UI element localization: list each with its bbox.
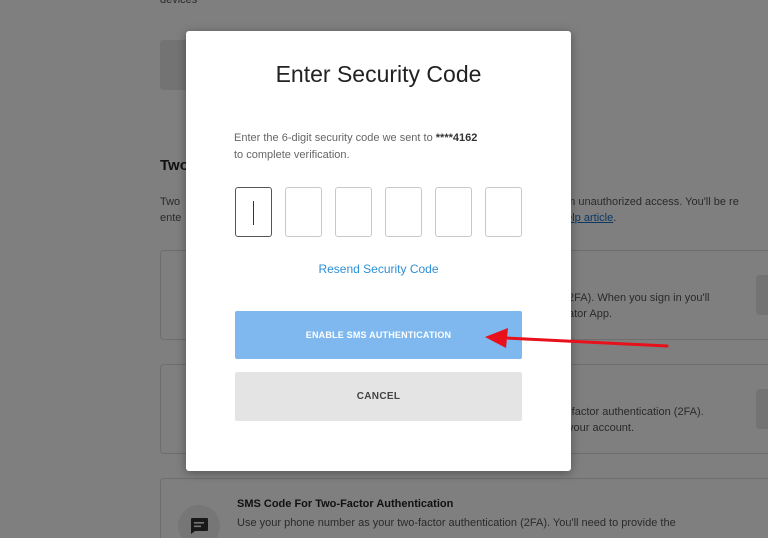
code-digit-input-2[interactable] (285, 187, 322, 237)
text-caret (253, 201, 254, 225)
code-digit-input-3[interactable] (335, 187, 372, 237)
code-digit-input-5[interactable] (435, 187, 472, 237)
enable-sms-authentication-button[interactable]: ENABLE SMS AUTHENTICATION (235, 311, 522, 359)
modal-title: Enter Security Code (275, 61, 482, 87)
code-digit-input-1[interactable] (235, 187, 272, 237)
masked-phone-number: ****4162 (435, 132, 478, 144)
cancel-button[interactable]: CANCEL (235, 372, 522, 421)
resend-code-link[interactable]: Resend Security Code (186, 262, 571, 276)
modal-instructions: Enter the 6-digit security code we sent … (234, 132, 478, 161)
code-digit-input-6[interactable] (485, 187, 522, 237)
code-input-row (235, 187, 522, 237)
security-code-modal: Enter Security Code Enter the 6-digit se… (186, 31, 571, 471)
code-digit-input-4[interactable] (385, 187, 422, 237)
